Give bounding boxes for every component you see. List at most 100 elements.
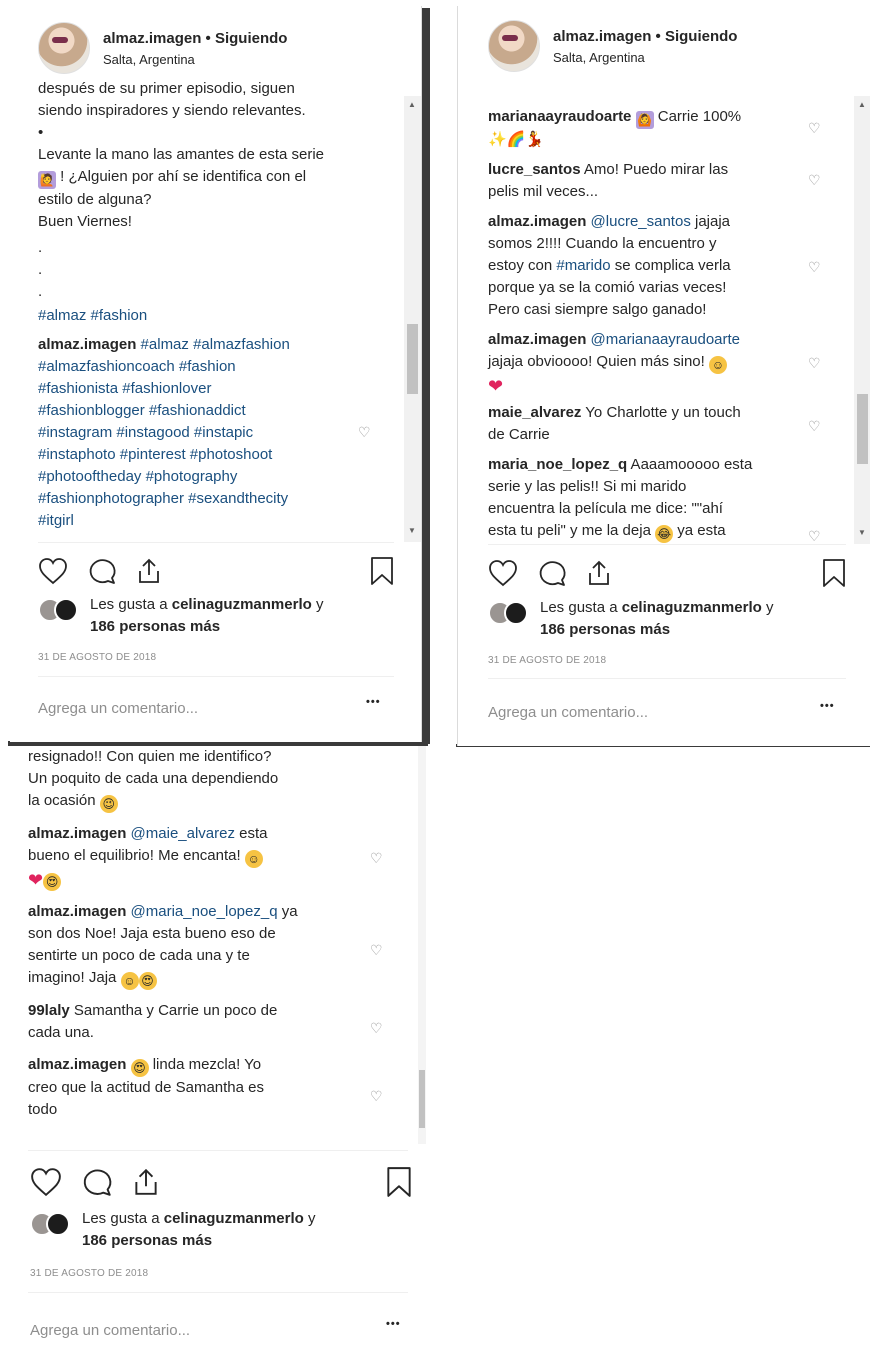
hashtag-link[interactable]: #instaphoto #pinterest #photoshoot	[38, 444, 398, 466]
post-date[interactable]: 31 DE AGOSTO DE 2018	[488, 655, 606, 666]
share-icon[interactable]	[586, 559, 612, 587]
likes-others-link[interactable]: 186 personas más	[90, 616, 323, 638]
following-label[interactable]: Siguiendo	[215, 30, 288, 47]
comment-username[interactable]: almaz.imagen	[488, 213, 586, 230]
comment-like-icon[interactable]: ♡	[808, 172, 821, 189]
comment-like-icon[interactable]: ♡	[808, 418, 821, 435]
add-comment-input[interactable]: Agrega un comentario...	[488, 704, 648, 721]
scrollbar[interactable]: ▲ ▼	[404, 96, 421, 542]
scrollbar[interactable]	[418, 746, 426, 1144]
liker-avatars[interactable]	[488, 601, 534, 627]
emoji-line: ✨🌈💃	[488, 129, 818, 151]
likes-others-link[interactable]: 186 personas más	[540, 619, 773, 641]
share-icon[interactable]	[136, 557, 162, 585]
mention-link[interactable]: @marianaayraudoarte	[586, 331, 740, 348]
caption-hashtags[interactable]: #almaz #fashion	[38, 305, 398, 327]
comment-line: sentirte un poco de cada una y te	[28, 947, 250, 964]
comment-icon[interactable]	[88, 557, 118, 585]
username-link[interactable]: almaz.imagen	[553, 28, 651, 45]
heart-icon[interactable]	[30, 1167, 62, 1197]
comment-like-icon[interactable]: ♡	[808, 355, 821, 372]
comment-username[interactable]: almaz.imagen	[488, 331, 586, 348]
comment-username[interactable]: maria_noe_lopez_q	[488, 456, 627, 473]
username-link[interactable]: almaz.imagen	[103, 30, 201, 47]
hashtag-link[interactable]: #marido	[556, 257, 610, 274]
comment-icon[interactable]	[538, 559, 568, 587]
add-comment-input[interactable]: Agrega un comentario...	[38, 700, 198, 717]
profile-avatar[interactable]	[488, 20, 540, 72]
scroll-down-icon[interactable]: ▼	[858, 528, 866, 537]
more-options-icon[interactable]: •••	[820, 700, 835, 712]
scroll-up-icon[interactable]: ▲	[408, 100, 416, 109]
more-options-icon[interactable]: •••	[386, 1318, 401, 1330]
scroll-down-icon[interactable]: ▼	[408, 526, 416, 535]
liker-username[interactable]: celinaguzmanmerlo	[172, 596, 312, 613]
comment-username[interactable]: 99laly	[28, 1002, 70, 1019]
liker-avatars[interactable]	[38, 598, 84, 624]
hashtag-link[interactable]: #almaz #almazfashion	[141, 336, 290, 353]
comment-like-icon[interactable]: ♡	[370, 850, 383, 867]
comment-like-icon[interactable]: ♡	[370, 1020, 383, 1037]
post-date[interactable]: 31 DE AGOSTO DE 2018	[30, 1268, 148, 1279]
scrollbar-thumb[interactable]	[407, 324, 418, 394]
comment-line: lucre_santos Amo! Puedo mirar las	[488, 161, 729, 178]
comment-like-icon[interactable]: ♡	[808, 259, 821, 276]
action-bar	[38, 556, 394, 586]
following-label[interactable]: Siguiendo	[665, 28, 738, 45]
mention-link[interactable]: @maria_noe_lopez_q	[126, 903, 278, 920]
comment-username[interactable]: almaz.imagen	[28, 1056, 126, 1073]
comment-line: porque ya se la comió varias veces!	[488, 279, 727, 296]
hashtag-link[interactable]: #almazfashioncoach #fashion	[38, 356, 398, 378]
background-strip	[422, 8, 430, 744]
mention-link[interactable]: @lucre_santos	[586, 213, 691, 230]
comment-username[interactable]: almaz.imagen	[28, 903, 126, 920]
post-date[interactable]: 31 DE AGOSTO DE 2018	[38, 652, 156, 663]
scrollbar[interactable]: ▲ ▼	[854, 96, 870, 544]
comment-like-icon[interactable]: ♡	[370, 1088, 383, 1105]
share-icon[interactable]	[132, 1167, 160, 1197]
comment-username[interactable]: almaz.imagen	[38, 336, 136, 353]
scroll-up-icon[interactable]: ▲	[858, 100, 866, 109]
comment-username[interactable]: almaz.imagen	[28, 825, 126, 842]
liker-avatar	[504, 601, 528, 625]
comment-like-icon[interactable]: ♡	[808, 528, 821, 545]
comment-like-icon[interactable]: ♡	[370, 942, 383, 959]
comment-line: almaz.imagen @maie_alvarez esta	[28, 825, 268, 842]
hashtag-link[interactable]: #instagram #instagood #instapic	[38, 422, 398, 444]
comment-line: todo	[28, 1101, 58, 1118]
scrollbar-thumb[interactable]	[857, 394, 868, 464]
hashtag-link[interactable]: #photooftheday #photography	[38, 466, 398, 488]
hashtag-link[interactable]: #fashionblogger #fashionaddict	[38, 400, 398, 422]
location-link[interactable]: Salta, Argentina	[553, 50, 737, 65]
heart-icon[interactable]	[488, 559, 518, 587]
bookmark-icon[interactable]	[822, 558, 846, 588]
comment-username[interactable]: lucre_santos	[488, 161, 581, 178]
profile-avatar[interactable]	[38, 22, 90, 74]
bookmark-icon[interactable]	[386, 1166, 412, 1198]
hashtag-link[interactable]: #fashionphotographer #sexandthecity	[38, 488, 398, 510]
location-link[interactable]: Salta, Argentina	[103, 52, 287, 67]
red-heart-emoji: ❤	[488, 376, 504, 396]
liker-username[interactable]: celinaguzmanmerlo	[164, 1210, 304, 1227]
bookmark-icon[interactable]	[370, 556, 394, 586]
hashtag-link[interactable]: #fashionista #fashionlover	[38, 378, 398, 400]
heart-icon[interactable]	[38, 557, 68, 585]
comment-like-icon[interactable]: ♡	[358, 424, 371, 441]
likes-others-link[interactable]: 186 personas más	[82, 1230, 315, 1252]
hashtag-link[interactable]: #itgirl	[38, 510, 398, 532]
scrollbar-thumb[interactable]	[419, 1070, 425, 1128]
liker-username[interactable]: celinaguzmanmerlo	[622, 599, 762, 616]
raised-hand-emoji: 🙋	[38, 171, 56, 189]
hugging-emoji: ☺	[708, 356, 727, 374]
comment-icon[interactable]	[82, 1167, 114, 1197]
comment-username[interactable]: marianaayraudoarte	[488, 108, 631, 125]
comment-like-icon[interactable]: ♡	[808, 120, 821, 137]
more-options-icon[interactable]: •••	[366, 696, 381, 708]
divider	[28, 1150, 408, 1151]
liker-avatars[interactable]	[30, 1212, 76, 1238]
caption-line: Levante la mano las amantes de esta seri…	[38, 146, 325, 163]
mention-link[interactable]: @maie_alvarez	[126, 825, 235, 842]
comment-line: encuentra la película me dice: ""ahí	[488, 500, 723, 517]
comment-username[interactable]: maie_alvarez	[488, 404, 581, 421]
add-comment-input[interactable]: Agrega un comentario...	[30, 1322, 190, 1339]
